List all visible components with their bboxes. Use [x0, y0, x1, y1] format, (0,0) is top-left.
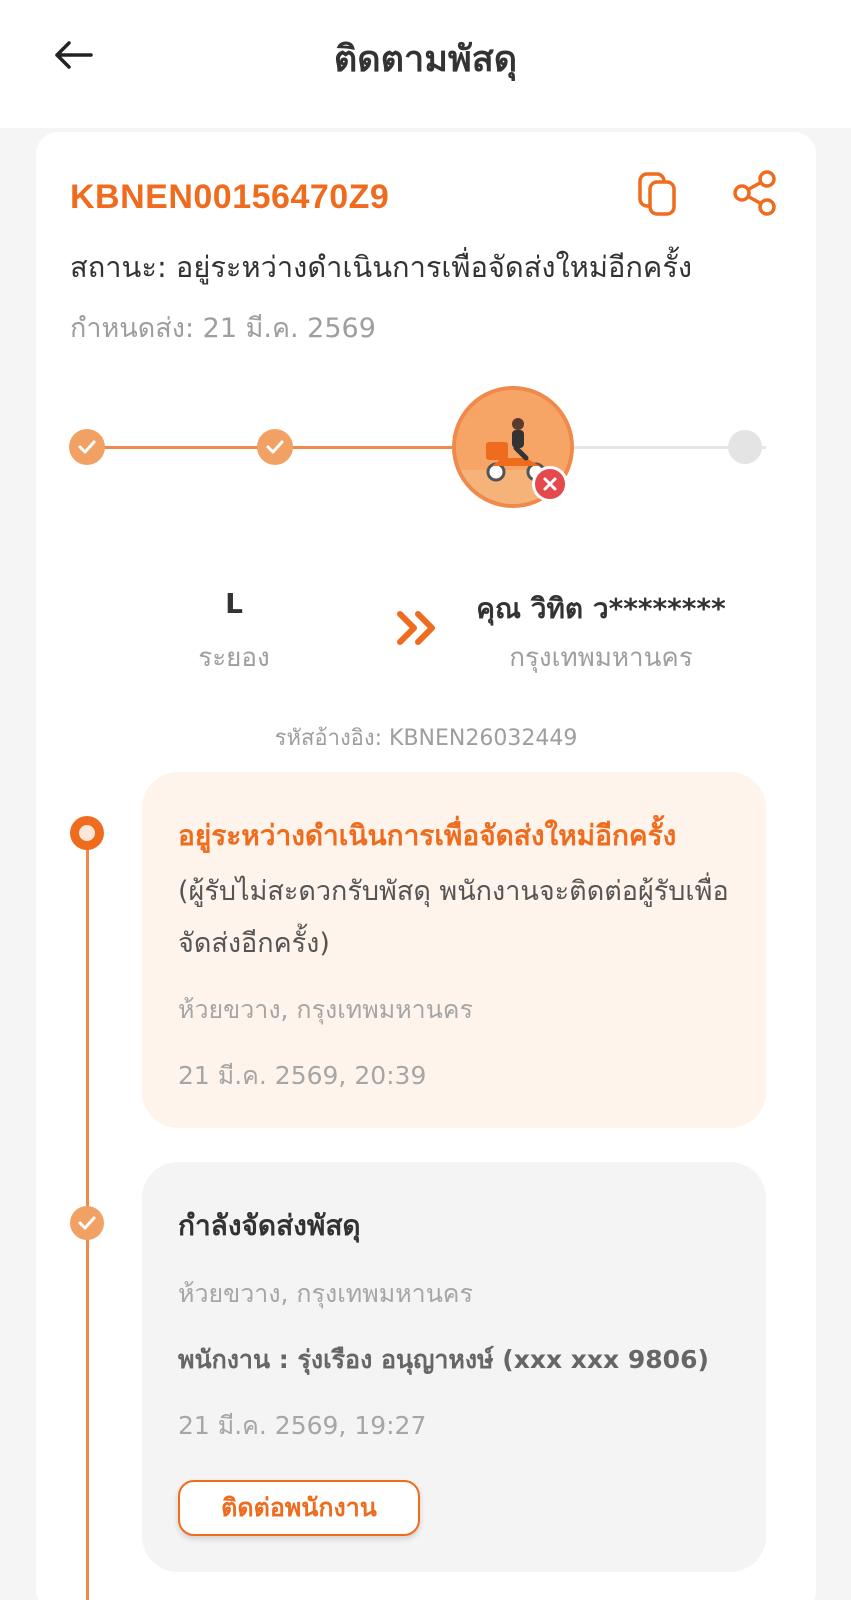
timeline-current-dot [70, 816, 104, 850]
top-bar: ติดตามพัสดุ [0, 0, 851, 128]
reference-code: รหัสอ้างอิง: KBNEN26032449 [274, 726, 578, 751]
progress-step-1 [69, 429, 105, 465]
parcel-card: KBNEN00156470Z9 สถานะ: อยู่ระหว่างดำเนิน… [36, 132, 816, 1600]
event-time: 21 มี.ค. 2569, 19:27 [178, 1411, 427, 1440]
receiver-city: กรุงเทพมหานคร [509, 643, 693, 673]
sender-name: L [225, 587, 243, 620]
check-icon [78, 1216, 96, 1230]
sender-city: ระยอง [198, 643, 270, 673]
failed-badge-icon [532, 466, 568, 502]
status-text: สถานะ: อยู่ระหว่างดำเนินการเพื่อจัดส่งให… [70, 250, 693, 284]
share-icon [733, 170, 776, 216]
check-icon [78, 440, 96, 454]
copy-icon [638, 172, 676, 216]
double-chevron-right-icon [396, 608, 440, 648]
copy-button[interactable] [636, 170, 682, 220]
event-time: 21 มี.ค. 2569, 20:39 [178, 1061, 427, 1090]
timeline-done-dot [70, 1206, 104, 1240]
timeline-event-current: อยู่ระหว่างดำเนินการเพื่อจัดส่งใหม่อีกคร… [142, 772, 766, 1128]
event-title: กำลังจัดส่งพัสดุ [178, 1209, 361, 1242]
receiver-name: คุณ วิทิต ว******** [476, 592, 726, 625]
event-location: ห้วยขวาง, กรุงเทพมหานคร [178, 1279, 473, 1308]
due-date: กำหนดส่ง: 21 มี.ค. 2569 [70, 313, 376, 344]
event-location: ห้วยขวาง, กรุงเทพมหานคร [178, 995, 473, 1024]
page-title: ติดตามพัสดุ [333, 39, 518, 80]
contact-staff-button[interactable]: ติดต่อพนักงาน [178, 1480, 420, 1536]
event-staff: พนักงาน : รุ่งเรือง อนุญาหงษ์ (xxx xxx 9… [178, 1345, 709, 1374]
share-button[interactable] [730, 168, 780, 218]
check-icon [266, 440, 284, 454]
timeline-event-previous: กำลังจัดส่งพัสดุ ห้วยขวาง, กรุงเทพมหานคร… [142, 1162, 766, 1572]
tracking-number: KBNEN00156470Z9 [70, 178, 390, 216]
progress-step-2 [257, 429, 293, 465]
progress-step-4 [728, 430, 762, 464]
event-description: (ผู้รับไม่สะดวกรับพัสดุ พนักงานจะติดต่อผ… [178, 876, 729, 959]
event-title: อยู่ระหว่างดำเนินการเพื่อจัดส่งใหม่อีกคร… [178, 819, 677, 852]
progress-line-completed [88, 446, 506, 449]
